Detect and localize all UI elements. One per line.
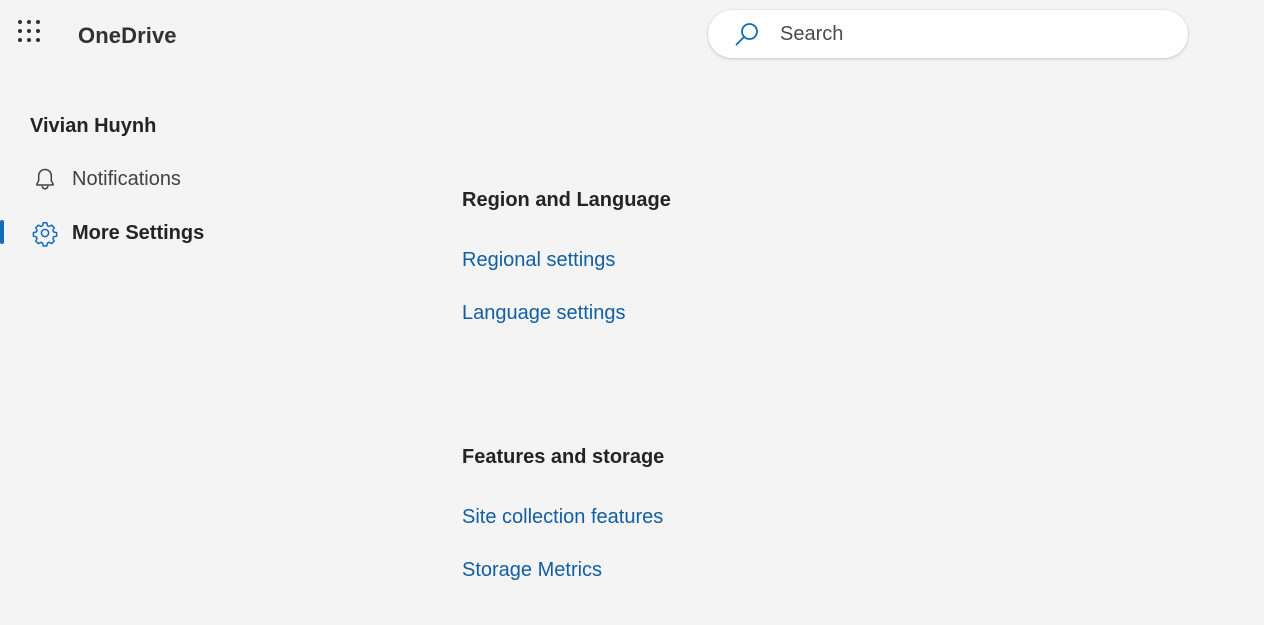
section-heading-features-storage: Features and storage — [462, 446, 665, 468]
sidebar-item-notifications[interactable]: Notifications — [0, 158, 300, 198]
waffle-dot — [18, 29, 22, 33]
waffle-dot — [27, 20, 31, 24]
settings-page: OneDrive Vivian Huynh Notifications More… — [0, 0, 1264, 625]
sidebar-item-label: More Settings — [72, 222, 205, 244]
sidebar-item-more-settings[interactable]: More Settings — [0, 212, 300, 252]
search-box[interactable] — [708, 10, 1188, 58]
waffle-icon[interactable] — [12, 17, 46, 51]
sidebar-item-label: Notifications — [72, 168, 181, 190]
gear-icon — [32, 222, 58, 247]
waffle-dot — [18, 38, 22, 42]
waffle-dot — [27, 29, 31, 33]
site-collection-features-link[interactable]: Site collection features — [462, 504, 663, 530]
regional-settings-link[interactable]: Regional settings — [462, 247, 615, 273]
user-name: Vivian Huynh — [30, 115, 157, 137]
search-icon — [735, 23, 758, 46]
language-settings-link[interactable]: Language settings — [462, 300, 625, 326]
storage-metrics-link[interactable]: Storage Metrics — [462, 557, 602, 583]
waffle-dot — [27, 38, 31, 42]
section-heading-region-language: Region and Language — [462, 189, 671, 211]
search-input[interactable] — [780, 19, 1160, 49]
waffle-dot — [36, 38, 40, 42]
waffle-dot — [36, 20, 40, 24]
active-indicator — [0, 220, 4, 244]
waffle-dot — [36, 29, 40, 33]
app-title[interactable]: OneDrive — [78, 22, 177, 50]
waffle-dot — [18, 20, 22, 24]
bell-icon — [35, 168, 55, 190]
